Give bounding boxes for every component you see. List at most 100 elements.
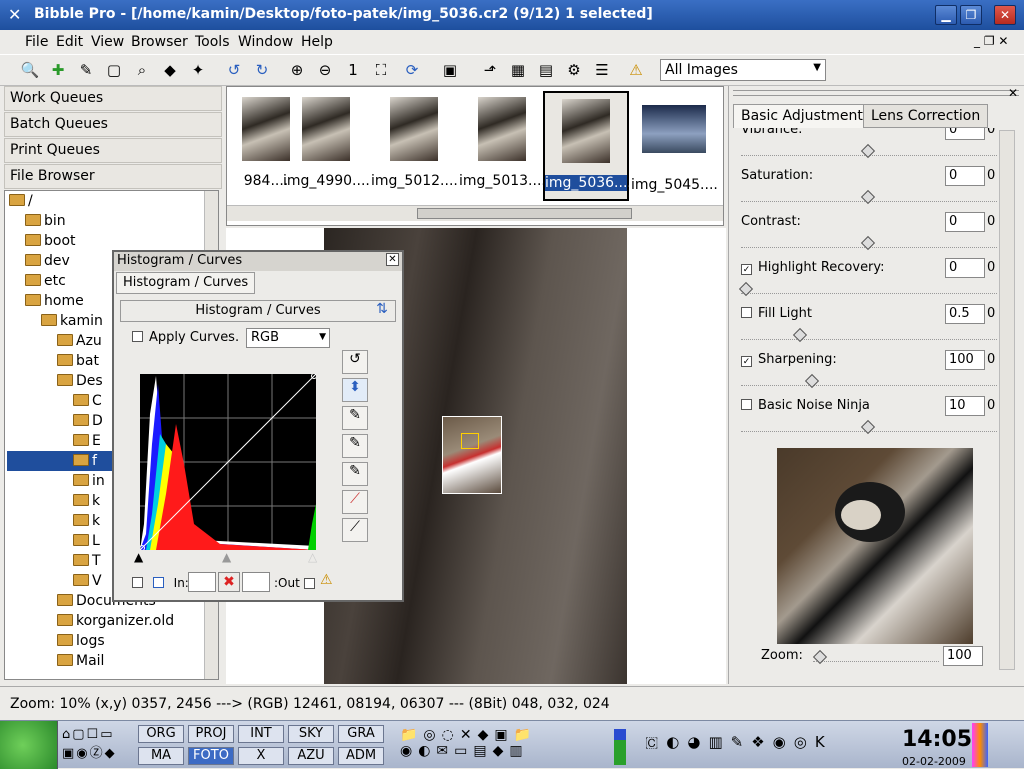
zoom-slider[interactable] <box>812 649 939 665</box>
spline-curve-icon[interactable]: ⟋ <box>342 490 368 514</box>
adjustment-slider-knob[interactable] <box>860 419 876 435</box>
maximize-button[interactable]: ❐ <box>960 5 982 25</box>
magic-wand-icon[interactable]: ✦ <box>186 59 210 83</box>
quick-launch-icons[interactable]: ⌂▢☐▭ ▣◉Ⓩ◆ <box>62 727 134 765</box>
clip-warning-icon[interactable]: ⚠ <box>320 572 333 588</box>
tree-node[interactable]: boot <box>7 231 174 251</box>
warning-icon[interactable]: ⚠ <box>624 59 648 83</box>
adjustment-slider-knob[interactable] <box>860 189 876 205</box>
menu-file[interactable]: File <box>25 34 48 50</box>
adjustment-value-field[interactable]: 0 <box>945 258 985 278</box>
mdi-controls-icon[interactable]: _ ❐ ✕ <box>974 34 1008 48</box>
desktop-pager-button[interactable]: MA <box>138 747 184 765</box>
white-point-marker[interactable]: △ <box>308 550 317 564</box>
gray-eyedropper-icon[interactable]: ✎ <box>342 434 368 458</box>
adjustment-slider[interactable] <box>738 281 997 297</box>
scroll-thumb[interactable] <box>417 208 632 219</box>
menu-view[interactable]: View <box>91 34 124 50</box>
close-button[interactable]: ✕ <box>994 5 1016 25</box>
adjustment-slider[interactable] <box>741 143 997 159</box>
adjustment-slider-knob[interactable] <box>738 281 754 297</box>
adjustment-value-field[interactable]: 0 <box>945 128 985 140</box>
white-eyedropper-icon[interactable]: ✎ <box>342 462 368 486</box>
desktop-pager-button[interactable]: INT <box>238 725 284 743</box>
rotate-left-icon[interactable]: ↺ <box>222 59 246 83</box>
panel-close-icon[interactable]: ✕ <box>1008 86 1018 100</box>
thumbnail-item[interactable]: img_5036.... <box>543 91 632 201</box>
desktop-pager-button[interactable]: X <box>238 747 284 765</box>
tab-basic-adjustments[interactable]: Basic Adjustments <box>733 104 879 128</box>
zoom-actual-icon[interactable]: 1 <box>341 59 365 83</box>
zoom-slider-knob[interactable] <box>812 649 828 665</box>
grid-icon[interactable]: ▦ <box>506 59 530 83</box>
batch-queues-tab[interactable]: Batch Queues <box>4 112 222 137</box>
refresh-icon[interactable]: ⟳ <box>400 59 424 83</box>
black-point-marker[interactable]: ▲ <box>134 550 143 564</box>
tab-lens-correction[interactable]: Lens Correction <box>863 104 989 128</box>
menu-edit[interactable]: Edit <box>56 34 83 50</box>
histogram-titlebar[interactable]: Histogram / Curves ✕ <box>114 252 402 271</box>
adjustment-value-field[interactable]: 10 <box>945 396 985 416</box>
adjustment-slider[interactable] <box>741 419 997 435</box>
image-filter-select[interactable]: All Images ▼ <box>660 59 826 81</box>
list-icon[interactable]: ☰ <box>590 59 614 83</box>
histogram-graph[interactable] <box>140 374 316 550</box>
desktop-pager-button[interactable]: PROJ <box>188 725 234 743</box>
app-launcher-icons[interactable]: 📁◎◌✕◆▣📁 ◉◐✉▭▤◆▥ <box>400 727 600 765</box>
out-checkbox[interactable] <box>304 578 315 589</box>
adjustment-slider-knob[interactable] <box>792 327 808 343</box>
adjustment-slider[interactable] <box>741 189 997 205</box>
panel-scrollbar[interactable] <box>999 130 1015 670</box>
desktop-pager-button[interactable]: AZU <box>288 747 334 765</box>
search-icon[interactable]: 🔍 <box>18 59 42 83</box>
image-view-icon[interactable]: ▣ <box>438 59 462 83</box>
picture-icon[interactable]: ▤ <box>534 59 558 83</box>
histogram-tab[interactable]: Histogram / Curves <box>116 272 256 294</box>
zoom-fit-icon[interactable]: ⛶ <box>369 59 393 83</box>
desktop-pager-button[interactable]: GRA <box>338 725 384 743</box>
adjustment-slider-knob[interactable] <box>860 235 876 251</box>
desktop-pager-button[interactable]: SKY <box>288 725 334 743</box>
apply-curves-checkbox[interactable]: Apply Curves. <box>132 330 239 345</box>
thumbnail-scrollbar[interactable] <box>227 205 723 221</box>
minimize-button[interactable]: ▁ <box>935 5 957 25</box>
black-eyedropper-icon[interactable]: ✎ <box>342 406 368 430</box>
move-point-icon[interactable]: ⬍ <box>342 378 368 402</box>
desktop-pager-button[interactable]: ORG <box>138 725 184 743</box>
adjustment-slider[interactable] <box>741 327 997 343</box>
histogram-close-icon[interactable]: ✕ <box>386 253 399 266</box>
apply-curves-box[interactable] <box>132 331 143 342</box>
menu-window[interactable]: Window <box>238 34 293 50</box>
midpoint-marker[interactable]: ▲ <box>222 550 231 564</box>
menu-browser[interactable]: Browser <box>131 34 188 50</box>
delete-point-icon[interactable]: ✖ <box>218 572 240 592</box>
channel-select[interactable]: RGB ▼ <box>246 328 330 348</box>
tag-icon[interactable]: ◆ <box>158 59 182 83</box>
settings-icon[interactable]: ⚙ <box>562 59 586 83</box>
desktop-pager-button[interactable]: ADM <box>338 747 384 765</box>
file-browser-tab[interactable]: File Browser <box>4 164 222 189</box>
tree-node[interactable]: bin <box>7 211 174 231</box>
print-queues-tab[interactable]: Print Queues <box>4 138 222 163</box>
thumbnail-item[interactable]: img_4990.... <box>283 91 370 201</box>
tree-node[interactable]: Mail <box>7 651 174 671</box>
in-field[interactable] <box>188 572 216 592</box>
out-field[interactable] <box>242 572 270 592</box>
menu-help[interactable]: Help <box>301 34 333 50</box>
adjustment-value-field[interactable]: 0 <box>945 166 985 186</box>
adjustment-value-field[interactable]: 0 <box>945 212 985 232</box>
zoom-in-icon[interactable]: ⊕ <box>285 59 309 83</box>
thumbnail-item[interactable]: img_5045.... <box>631 91 718 201</box>
adjustment-value-field[interactable]: 0.5 <box>945 304 985 324</box>
histogram-info-icon[interactable]: ⇅ <box>370 301 394 321</box>
adjustment-checkbox[interactable]: ✓ <box>741 264 752 275</box>
start-menu-icon[interactable] <box>0 721 58 769</box>
desktop-pager-button[interactable]: FOTO <box>188 747 234 765</box>
blue-checkbox[interactable] <box>152 577 164 588</box>
adjustment-slider-knob[interactable] <box>804 373 820 389</box>
zoom-value-field[interactable]: 100 <box>943 646 983 666</box>
panel-grip[interactable] <box>733 90 1019 96</box>
adjustment-slider[interactable] <box>741 235 997 251</box>
rotate-right-icon[interactable]: ↻ <box>250 59 274 83</box>
app-icon[interactable]: ✕ <box>8 5 21 24</box>
